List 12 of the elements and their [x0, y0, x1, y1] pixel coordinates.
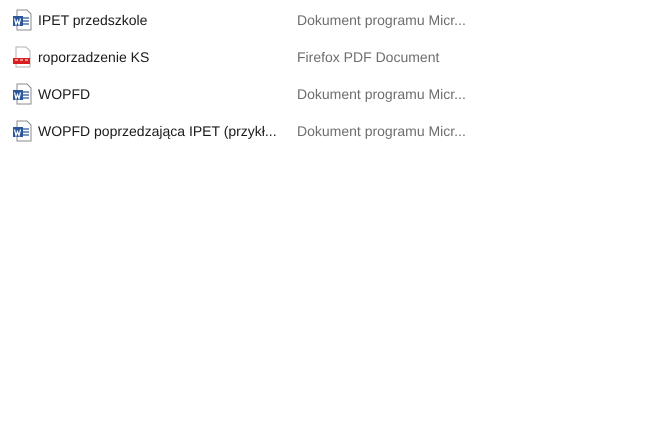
- file-type: Dokument programu Micr...: [297, 122, 466, 138]
- file-name[interactable]: WOPFD poprzedzająca IPET (przykł...: [38, 122, 297, 138]
- file-type: Dokument programu Micr...: [297, 12, 466, 28]
- word-document-icon: [12, 82, 32, 104]
- file-type: Firefox PDF Document: [297, 48, 440, 64]
- file-name[interactable]: WOPFD: [38, 86, 297, 102]
- pdf-document-icon: [12, 46, 32, 68]
- file-name[interactable]: roporzadzenie KS: [38, 48, 297, 64]
- word-document-icon: [12, 8, 32, 30]
- word-document-icon: [12, 120, 32, 142]
- file-type: Dokument programu Micr...: [297, 86, 466, 102]
- file-name[interactable]: IPET przedszkole: [38, 12, 297, 28]
